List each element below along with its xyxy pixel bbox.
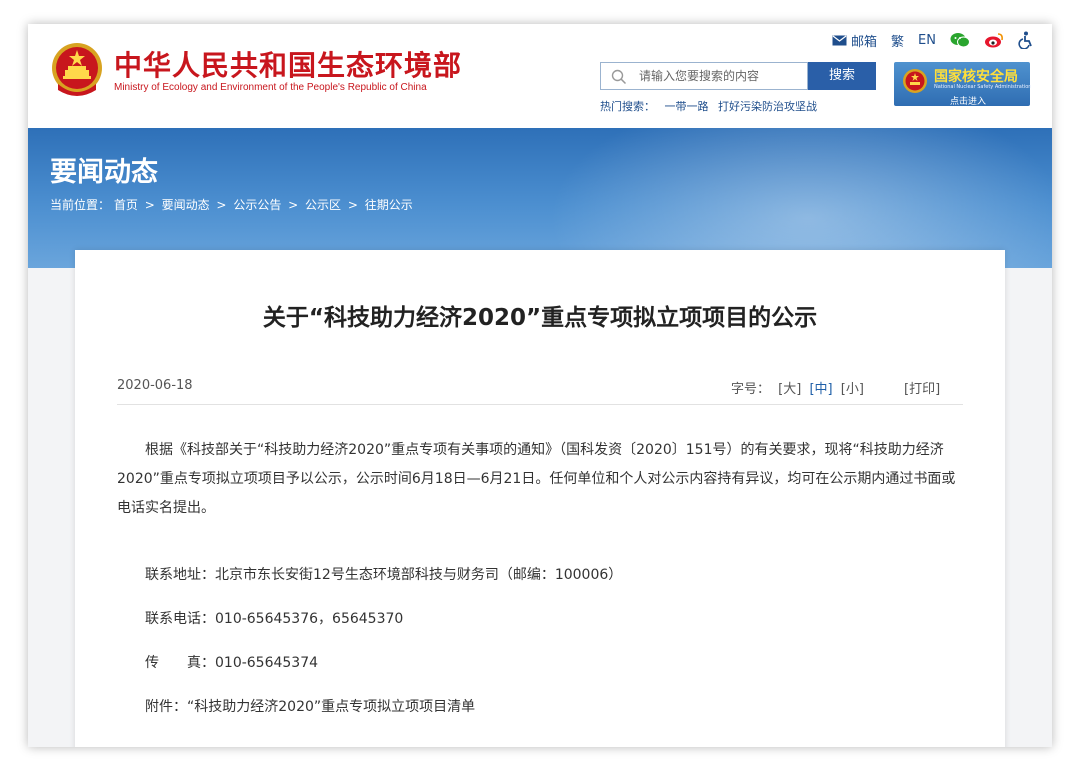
- breadcrumb-label: 当前位置：: [50, 198, 111, 212]
- weibo-link[interactable]: [984, 32, 1004, 48]
- breadcrumb-item-home[interactable]: 首页: [114, 198, 138, 212]
- mail-icon: [832, 35, 847, 45]
- section-banner: 要闻动态 当前位置： 首页 > 要闻动态 > 公示公告 > 公示区 > 往期公示: [28, 128, 1052, 268]
- font-size-medium-button[interactable]: [中]: [809, 382, 832, 397]
- hot-search-item[interactable]: 一带一路: [665, 100, 709, 113]
- top-links: 邮箱 繁 EN: [832, 30, 1034, 50]
- search-icon: [611, 69, 627, 85]
- nuclear-safety-english: National Nuclear Safety Administration: [934, 84, 1032, 90]
- site-logo-title[interactable]: 中华人民共和国生态环境部: [114, 44, 462, 84]
- font-size-large-button[interactable]: [大]: [778, 382, 801, 397]
- article-paragraph: 根据《科技部关于“科技助力经济2020”重点专项有关事项的通知》（国科发资〔20…: [117, 442, 956, 516]
- search-input[interactable]: [639, 63, 799, 89]
- page-frame: 中华人民共和国生态环境部 Ministry of Ecology and Env…: [28, 24, 1052, 747]
- mail-link-label: 邮箱: [851, 34, 878, 50]
- breadcrumb-item-announcements[interactable]: 公示公告: [233, 198, 281, 212]
- nuclear-safety-link[interactable]: 国家核安全局 National Nuclear Safety Administr…: [894, 62, 1032, 107]
- national-emblem-icon: [52, 43, 102, 96]
- hot-search: 热门搜索： 一带一路 打好污染防治攻坚战: [600, 98, 823, 114]
- site-header: 中华人民共和国生态环境部 Ministry of Ecology and Env…: [28, 24, 1052, 128]
- breadcrumb-separator: >: [347, 198, 358, 212]
- article-date: 2020-06-18: [117, 378, 193, 393]
- contact-phone: 联系电话：010-65645376，65645370: [145, 611, 404, 627]
- font-size-label: 字号：: [731, 382, 771, 397]
- traditional-chinese-link[interactable]: 繁: [891, 31, 904, 50]
- search-button[interactable]: 搜索: [808, 62, 876, 90]
- english-label: EN: [918, 32, 936, 48]
- meta-divider: [117, 404, 963, 405]
- wechat-icon: [950, 33, 970, 48]
- contact-address: 联系地址：北京市东长安街12号生态环境部科技与财务司（邮编：100006）: [145, 567, 623, 583]
- contact-fax: 传 真：010-65645374: [145, 655, 319, 671]
- english-link[interactable]: EN: [918, 33, 936, 48]
- nuclear-safety-enter: 点击进入: [950, 97, 987, 107]
- mail-link[interactable]: 邮箱: [832, 31, 877, 50]
- font-size-small-button[interactable]: [小]: [841, 382, 864, 397]
- breadcrumb-separator: >: [288, 198, 299, 212]
- banner-glow: [548, 128, 1052, 268]
- wechat-link[interactable]: [950, 32, 970, 48]
- breadcrumb-item-news[interactable]: 要闻动态: [162, 198, 210, 212]
- hot-search-item[interactable]: 打好污染防治攻坚战: [718, 100, 817, 113]
- breadcrumb-item-public-notice[interactable]: 公示区: [305, 198, 341, 212]
- traditional-chinese-label: 繁: [891, 34, 905, 50]
- breadcrumb-separator: >: [216, 198, 227, 212]
- accessibility-link[interactable]: [1018, 31, 1034, 49]
- nuclear-safety-title: 国家核安全局: [934, 69, 1018, 85]
- breadcrumb-separator: >: [144, 198, 155, 212]
- breadcrumb: 当前位置： 首页 > 要闻动态 > 公示公告 > 公示区 > 往期公示: [50, 196, 413, 213]
- article-tools: 字号： [大] [中] [小] [打印]: [731, 378, 940, 397]
- print-button[interactable]: [打印]: [904, 382, 940, 397]
- hot-search-label: 热门搜索：: [600, 100, 655, 113]
- weibo-icon: [985, 33, 1003, 48]
- site-logo-subtitle: Ministry of Ecology and Environment of t…: [114, 82, 427, 93]
- breadcrumb-item-past-notices[interactable]: 往期公示: [365, 198, 413, 212]
- accessibility-icon: [1018, 31, 1032, 49]
- article-card: 关于“科技助力经济2020”重点专项拟立项项目的公示 2020-06-18 字号…: [75, 250, 1005, 747]
- section-title: 要闻动态: [50, 157, 158, 188]
- search-box: [600, 62, 808, 90]
- national-emblem-icon: [903, 69, 927, 93]
- article-title: 关于“科技助力经济2020”重点专项拟立项项目的公示: [262, 305, 818, 331]
- attachment-link[interactable]: 附件：“科技助力经济2020”重点专项拟立项项目清单: [145, 696, 475, 716]
